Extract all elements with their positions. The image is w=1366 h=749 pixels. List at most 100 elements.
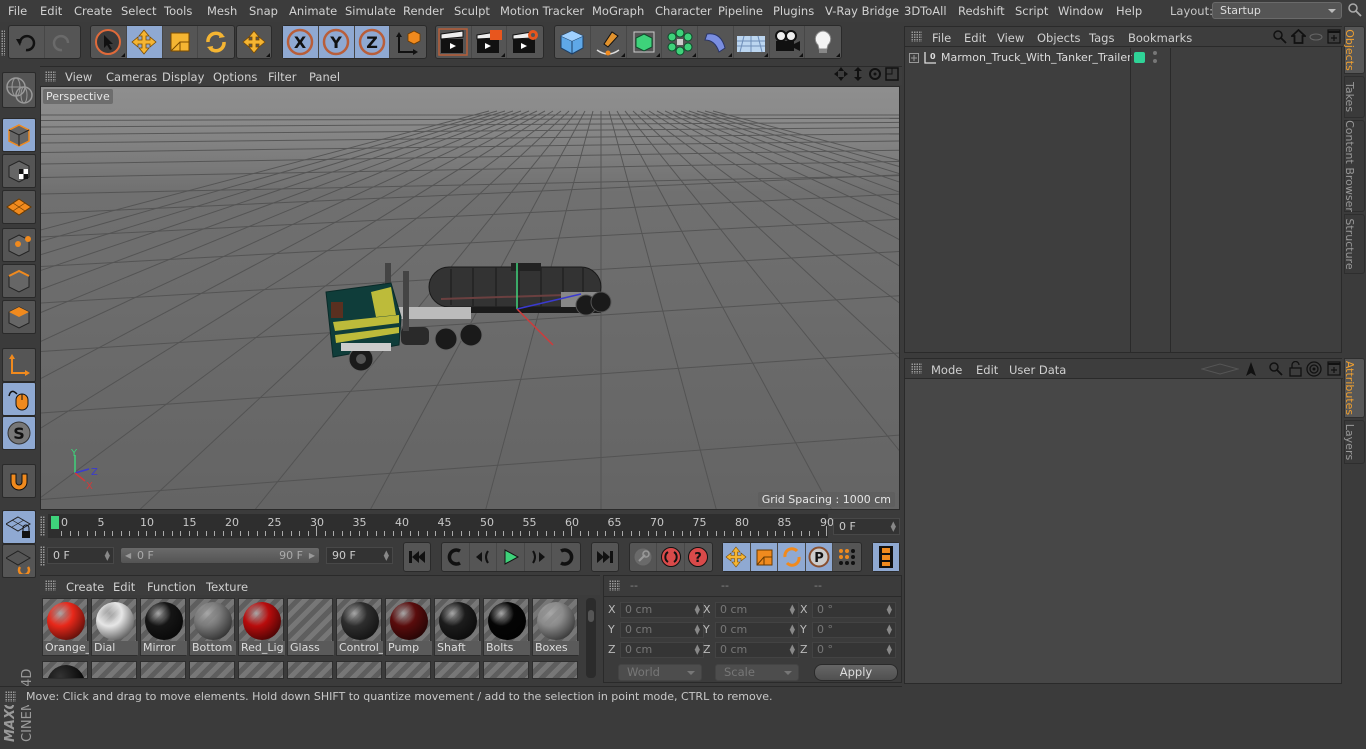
material-swatch[interactable]: Bolts bbox=[483, 598, 530, 656]
3d-viewport[interactable]: Y Z X Perspective Grid Spacing : 1000 cm bbox=[40, 86, 900, 510]
cube-button[interactable] bbox=[555, 26, 591, 58]
material-menu-texture[interactable]: Texture bbox=[206, 580, 248, 594]
record-keys-button[interactable] bbox=[630, 543, 658, 571]
spinner-icon[interactable]: ▲ ▼ bbox=[384, 550, 389, 562]
material-slot[interactable] bbox=[434, 661, 480, 679]
z-axis-toggle[interactable]: Z bbox=[354, 26, 391, 58]
spinner-icon[interactable]: ▲ ▼ bbox=[790, 644, 795, 656]
redo-button[interactable] bbox=[45, 26, 81, 58]
material-slot[interactable] bbox=[287, 661, 333, 679]
menu-window[interactable]: Window bbox=[1058, 4, 1103, 18]
planar-workplane-button[interactable] bbox=[2, 544, 36, 578]
goto-start-button[interactable] bbox=[404, 543, 430, 571]
material-swatch[interactable]: Red_Lig bbox=[238, 598, 285, 656]
texture-mode-button[interactable] bbox=[2, 154, 36, 188]
menu-vray-bridge[interactable]: V-Ray Bridge bbox=[825, 4, 899, 18]
render-settings-button[interactable] bbox=[507, 26, 543, 58]
viewport-menu-view[interactable]: View bbox=[65, 70, 92, 84]
previous-frame-button[interactable] bbox=[470, 543, 498, 571]
menu-script[interactable]: Script bbox=[1015, 4, 1048, 18]
search-icon[interactable] bbox=[1348, 3, 1362, 17]
menu-redshift[interactable]: Redshift bbox=[958, 4, 1005, 18]
start-frame-field[interactable]: 0 F ▲ ▼ bbox=[47, 547, 114, 564]
scale-tool-button[interactable] bbox=[163, 26, 199, 58]
material-swatch[interactable]: Orange_ bbox=[42, 598, 89, 656]
spinner-icon[interactable]: ▲ ▼ bbox=[105, 550, 110, 562]
rotation-key-toggle[interactable] bbox=[778, 543, 806, 571]
layer-color-swatch[interactable] bbox=[1134, 52, 1145, 63]
spinner-icon[interactable]: ▲ ▼ bbox=[695, 604, 700, 616]
material-swatch[interactable]: Pump bbox=[385, 598, 432, 656]
spinner-icon[interactable]: ▲ ▼ bbox=[695, 624, 700, 636]
spinner-icon[interactable]: ▲ ▼ bbox=[887, 644, 892, 656]
tab-layers[interactable]: Layers bbox=[1343, 420, 1365, 464]
object-menu-file[interactable]: File bbox=[932, 31, 951, 45]
menu-render[interactable]: Render bbox=[403, 4, 444, 18]
coord-size-field[interactable]: 0 cm ▲ ▼ bbox=[715, 602, 799, 618]
object-menu-view[interactable]: View bbox=[997, 31, 1024, 45]
keyframe-selection-button[interactable]: ? bbox=[685, 543, 712, 571]
navigate-up-icon[interactable] bbox=[1245, 361, 1257, 377]
spinner-icon[interactable]: ▲ ▼ bbox=[887, 604, 892, 616]
object-tree-item[interactable]: 0 Marmon_Truck_With_Tanker_Trailer bbox=[905, 49, 1341, 67]
object-menu-bookmarks[interactable]: Bookmarks bbox=[1128, 31, 1192, 45]
coordinate-mode-select[interactable]: World bbox=[618, 664, 702, 681]
viewport-menu-options[interactable]: Options bbox=[213, 70, 257, 84]
undo-button[interactable] bbox=[9, 26, 45, 58]
timeline-button[interactable] bbox=[873, 543, 899, 571]
unlock-icon[interactable] bbox=[1289, 361, 1302, 377]
menu-mograph[interactable]: MoGraph bbox=[592, 4, 644, 18]
material-slot[interactable] bbox=[140, 661, 186, 679]
viewport-menu-display[interactable]: Display bbox=[162, 70, 204, 84]
coord-size-field[interactable]: 0 cm ▲ ▼ bbox=[715, 622, 799, 638]
material-slot[interactable] bbox=[91, 661, 137, 679]
material-swatch[interactable]: Glass bbox=[287, 598, 334, 656]
material-swatch[interactable]: Dial bbox=[91, 598, 138, 656]
menu-select[interactable]: Select bbox=[121, 4, 156, 18]
current-frame-field[interactable]: 0 F ▲ ▼ bbox=[833, 518, 900, 535]
panel-grip[interactable] bbox=[5, 691, 16, 702]
position-key-toggle[interactable] bbox=[723, 543, 751, 571]
recent-tool-button[interactable] bbox=[237, 26, 271, 58]
menu-snap[interactable]: Snap bbox=[249, 4, 278, 18]
menu-motion-tracker[interactable]: Motion Tracker bbox=[500, 4, 584, 18]
workplane-mode-button[interactable] bbox=[2, 190, 36, 224]
tab-takes[interactable]: Takes bbox=[1343, 76, 1365, 118]
play-button[interactable] bbox=[497, 543, 525, 571]
layout-select[interactable]: Startup bbox=[1212, 2, 1342, 19]
tab-attributes[interactable]: Attributes bbox=[1343, 358, 1365, 418]
next-frame-button[interactable] bbox=[525, 543, 553, 571]
playhead[interactable] bbox=[51, 516, 59, 529]
menu-tools[interactable]: Tools bbox=[164, 4, 192, 18]
pen-spline-button[interactable] bbox=[591, 26, 627, 58]
world-coordinates-toggle[interactable] bbox=[390, 26, 426, 58]
goto-end-button[interactable] bbox=[592, 543, 618, 571]
viewport-menu-filter[interactable]: Filter bbox=[268, 70, 296, 84]
home-icon[interactable] bbox=[1291, 29, 1306, 44]
material-slot[interactable] bbox=[238, 661, 284, 679]
deformer-button[interactable] bbox=[698, 26, 734, 58]
model-mode-button[interactable] bbox=[2, 118, 36, 152]
y-axis-toggle[interactable]: Y bbox=[318, 26, 355, 58]
coord-size-field[interactable]: 0 cm ▲ ▼ bbox=[715, 642, 799, 658]
tab-content-browser[interactable]: Content Browser bbox=[1343, 120, 1365, 212]
search-icon[interactable] bbox=[1269, 362, 1283, 376]
coord-pos-field[interactable]: 0 cm ▲ ▼ bbox=[620, 622, 704, 638]
end-frame-field[interactable]: 90 F ▲ ▼ bbox=[326, 547, 393, 564]
parameter-key-toggle[interactable]: P bbox=[805, 543, 834, 571]
editor-visibility-dot[interactable] bbox=[1153, 51, 1157, 55]
material-swatch[interactable]: Boxes bbox=[532, 598, 579, 656]
next-key-button[interactable] bbox=[552, 543, 580, 571]
menu-edit[interactable]: Edit bbox=[40, 4, 62, 18]
menu-sculpt[interactable]: Sculpt bbox=[454, 4, 490, 18]
material-swatch[interactable]: Shaft bbox=[434, 598, 481, 656]
transform-mode-select[interactable]: Scale bbox=[715, 664, 799, 681]
menu-3dtoall[interactable]: 3DToAll bbox=[904, 4, 947, 18]
maximize-view-icon[interactable] bbox=[885, 67, 899, 81]
object-menu-objects[interactable]: Objects bbox=[1037, 31, 1080, 45]
rotate-tool-button[interactable] bbox=[198, 26, 234, 58]
move-tool-button[interactable] bbox=[126, 26, 163, 58]
material-slot[interactable] bbox=[483, 661, 529, 679]
menu-plugins[interactable]: Plugins bbox=[773, 4, 814, 18]
coord-pos-field[interactable]: 0 cm ▲ ▼ bbox=[620, 642, 704, 658]
